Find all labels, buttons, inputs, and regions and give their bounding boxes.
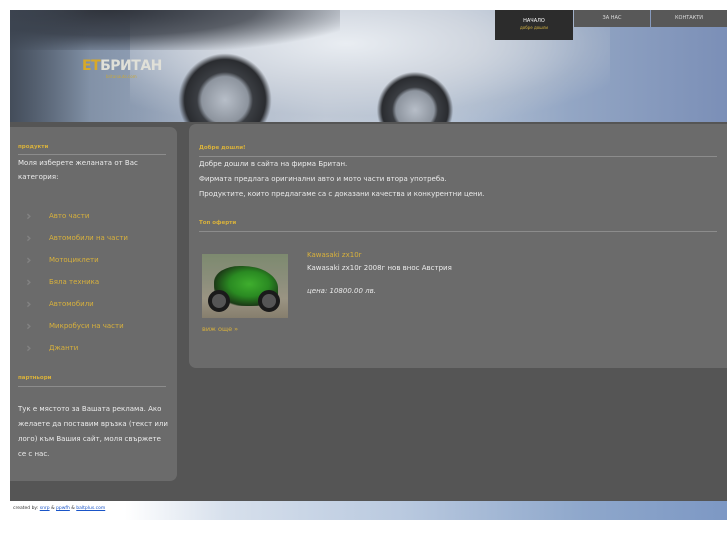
- sidebar: продукти Моля изберете желаната от Вас к…: [10, 127, 177, 481]
- offer-image[interactable]: [202, 254, 288, 318]
- nav-home[interactable]: НАЧАЛО добре дошли: [495, 10, 573, 40]
- category-list: ›› Авто части ›› Автомобили на части ›› Мот…: [26, 205, 176, 359]
- credit-link[interactable]: ppwfh: [56, 506, 70, 511]
- main-nav: НАЧАЛО добре дошли ЗА НАС КОНТАКТИ: [495, 10, 727, 40]
- logo-prefix: ЕТ: [82, 58, 101, 74]
- double-chevron-icon: ››: [26, 231, 32, 245]
- partners-text: Тук е мястото за Вашата реклама. Ако жел…: [18, 405, 168, 458]
- credit-link[interactable]: snrp: [40, 506, 50, 511]
- category-label: Микробуси на части: [49, 322, 124, 330]
- welcome-title: Добре дошли!: [199, 145, 246, 151]
- double-chevron-icon: ››: [26, 297, 32, 311]
- partners-title: партньори: [18, 375, 52, 381]
- nav-contacts[interactable]: КОНТАКТИ: [651, 10, 727, 27]
- category-item[interactable]: ›› Автомобили: [26, 293, 176, 315]
- credit-link[interactable]: baltplus.com: [76, 506, 105, 511]
- category-label: Джанти: [49, 344, 79, 352]
- offers-title: Топ оферти: [199, 220, 237, 226]
- category-item[interactable]: ›› Мотоциклети: [26, 249, 176, 271]
- double-chevron-icon: ››: [26, 341, 32, 355]
- header-shade-left: [10, 10, 90, 122]
- nav-about[interactable]: ЗА НАС: [574, 10, 650, 27]
- products-title: продукти: [18, 144, 49, 150]
- double-chevron-icon: ››: [26, 209, 32, 223]
- category-label: Автомобили: [49, 300, 94, 308]
- nav-home-label: НАЧАЛО: [523, 18, 545, 24]
- nav-home-sub: добре дошли: [520, 25, 548, 30]
- category-item[interactable]: ›› Авто части: [26, 205, 176, 227]
- credits-label: created by:: [13, 506, 39, 511]
- offer-description: Kawasaki zx10r 2008г нов внос Австрия: [307, 264, 452, 272]
- main-content: Добре дошли! Добре дошли в сайта на фирм…: [189, 124, 727, 368]
- logo-name: БРИТАН: [100, 58, 162, 74]
- double-chevron-icon: ››: [26, 253, 32, 267]
- welcome-line: Добре дошли в сайта на фирма Бритaн.: [199, 160, 348, 168]
- footer: created by: snrp & ppwfh & baltplus.com: [10, 501, 727, 520]
- logo-tagline: britanauto.com: [106, 74, 137, 79]
- welcome-line: Фирмата предлага оригинални авто и мото …: [199, 175, 447, 183]
- logo-text: ЕТБРИТАН: [82, 58, 162, 74]
- double-chevron-icon: ››: [26, 275, 32, 289]
- site-wrapper: ЕТБРИТАН britanauto.com НАЧАЛО добре дош…: [10, 10, 727, 520]
- partners-divider: [18, 386, 166, 387]
- credits-separator: &: [51, 506, 55, 511]
- motorcycle-wheel: [208, 290, 230, 312]
- double-chevron-icon: ››: [26, 319, 32, 333]
- see-more-link[interactable]: виж още »: [202, 325, 238, 333]
- site-logo[interactable]: ЕТБРИТАН britanauto.com: [82, 58, 162, 79]
- header-banner: ЕТБРИТАН britanauto.com НАЧАЛО добре дош…: [10, 10, 727, 122]
- category-item[interactable]: ›› Бяла техника: [26, 271, 176, 293]
- motorcycle-wheel: [258, 290, 280, 312]
- category-label: Бяла техника: [49, 278, 100, 286]
- footer-credits: created by: snrp & ppwfh & baltplus.com: [13, 506, 105, 511]
- category-label: Автомобили на части: [49, 234, 128, 242]
- offer-price: цена: 10800.00 лв.: [307, 287, 376, 295]
- category-label: Мотоциклети: [49, 256, 99, 264]
- offers-divider: [199, 231, 717, 232]
- welcome-line: Продуктите, които предлагаме са с доказа…: [199, 190, 485, 198]
- offer-title-link[interactable]: Kawasaki zx10r: [307, 251, 362, 259]
- category-label: Авто части: [49, 212, 90, 220]
- category-item[interactable]: ›› Микробуси на части: [26, 315, 176, 337]
- credits-separator: &: [71, 506, 75, 511]
- products-intro: Моля изберете желаната от Вас категория:: [18, 159, 138, 181]
- products-divider: [18, 154, 166, 155]
- category-item[interactable]: ›› Джанти: [26, 337, 176, 359]
- category-item[interactable]: ›› Автомобили на части: [26, 227, 176, 249]
